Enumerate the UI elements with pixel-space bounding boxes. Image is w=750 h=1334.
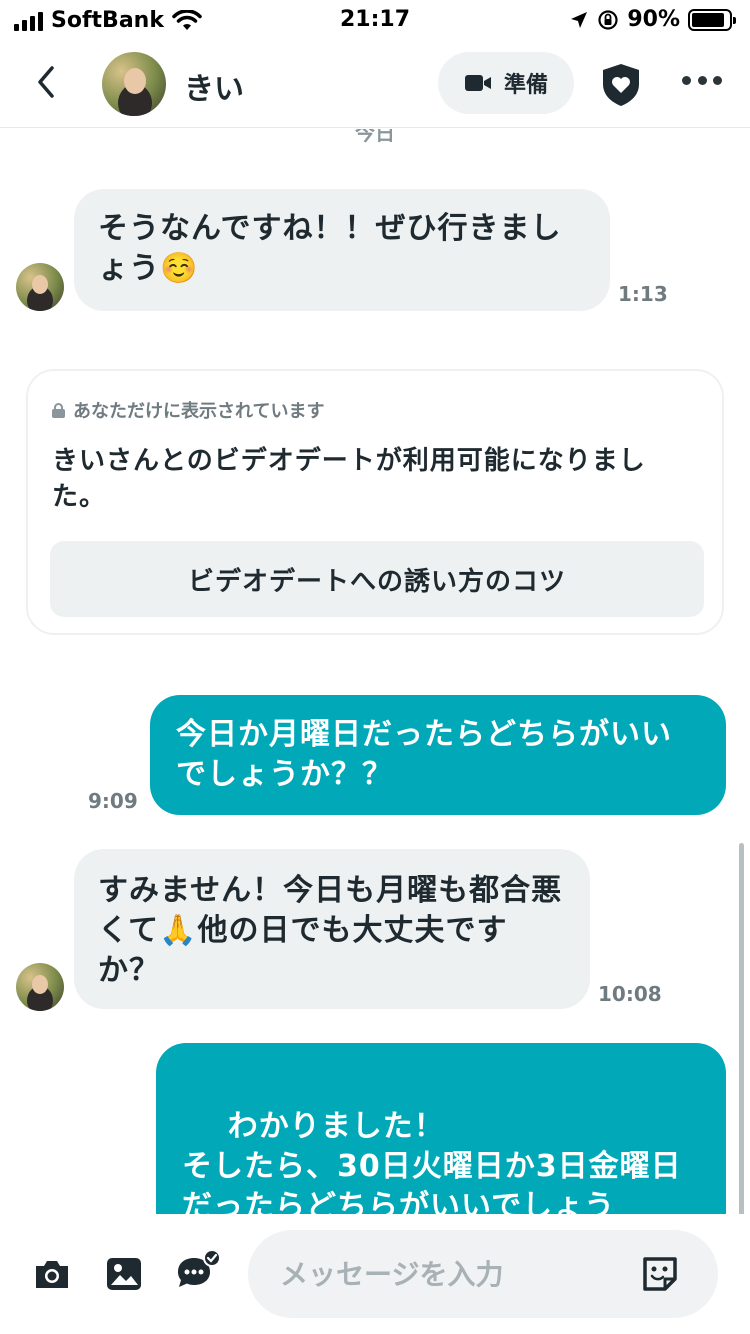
chat-bubble-check-icon[interactable] bbox=[174, 1248, 222, 1294]
video-camera-icon bbox=[464, 75, 491, 91]
more-dots-icon[interactable] bbox=[682, 74, 722, 86]
battery-percent: 90% bbox=[627, 7, 680, 32]
composer-bar bbox=[0, 1214, 750, 1334]
image-icon[interactable] bbox=[104, 1254, 144, 1294]
message-bubble-outgoing[interactable]: 今日か月曜日だったらどちらがいいでしょうか？？ bbox=[150, 695, 726, 815]
message-text: すみません！今日も月曜も都合悪くて🙏他の日でも大丈夫ですか？ bbox=[98, 873, 563, 988]
message-text: そうなんですね！！ぜひ行きましょう☺️ bbox=[98, 211, 562, 286]
message-bubble-incoming[interactable]: すみません！今日も月曜も都合悪くて🙏他の日でも大丈夫ですか？ bbox=[74, 849, 590, 1009]
message-text: わかりました！ そしたら、30日火曜日か3日金曜日だったらどちらがいいでしょうか… bbox=[182, 1109, 682, 1214]
video-button-label: 準備 bbox=[503, 73, 548, 98]
status-bar: SoftBank 21:17 90% bbox=[0, 0, 750, 44]
video-date-ready-button[interactable]: 準備 bbox=[438, 52, 574, 114]
message-time: 10:08 bbox=[598, 982, 662, 1006]
battery-icon bbox=[688, 8, 736, 31]
chat-header: きい 準備 bbox=[0, 44, 750, 128]
sticker-icon[interactable] bbox=[640, 1254, 680, 1294]
system-message: きいさんとのビデオデートが利用可能になりました。 bbox=[52, 446, 646, 512]
system-notice-card: あなただけに表示されています きいさんとのビデオデートが利用可能になりました。 … bbox=[26, 369, 724, 635]
contact-name[interactable]: きい bbox=[184, 64, 244, 108]
message-time: 9:09 bbox=[88, 789, 138, 813]
lock-icon bbox=[52, 402, 65, 418]
shield-heart-icon[interactable] bbox=[600, 62, 642, 108]
camera-icon[interactable] bbox=[32, 1254, 72, 1294]
video-date-tips-button[interactable]: ビデオデートへの誘い方のコツ bbox=[50, 541, 704, 617]
message-time: 1:13 bbox=[618, 282, 668, 306]
contact-avatar[interactable] bbox=[102, 52, 166, 116]
location-arrow-icon bbox=[571, 11, 588, 28]
private-note: あなただけに表示されています bbox=[73, 401, 325, 422]
orientation-lock-icon bbox=[598, 9, 618, 30]
message-bubble-outgoing[interactable]: わかりました！ そしたら、30日火曜日か3日金曜日だったらどちらがいいでしょうか… bbox=[156, 1043, 726, 1214]
message-text: 今日か月曜日だったらどちらがいいでしょうか？？ bbox=[176, 717, 672, 792]
date-separator: 今日 bbox=[355, 129, 395, 145]
back-chevron-icon[interactable] bbox=[28, 62, 68, 102]
scrollbar[interactable] bbox=[739, 843, 744, 1214]
sender-avatar[interactable] bbox=[16, 263, 64, 311]
message-list[interactable]: 今日 そうなんですね！！ぜひ行きましょう☺️ 1:13 あなただけに表示されてい… bbox=[0, 129, 750, 1214]
message-bubble-incoming[interactable]: そうなんですね！！ぜひ行きましょう☺️ bbox=[74, 189, 610, 311]
sender-avatar[interactable] bbox=[16, 963, 64, 1011]
